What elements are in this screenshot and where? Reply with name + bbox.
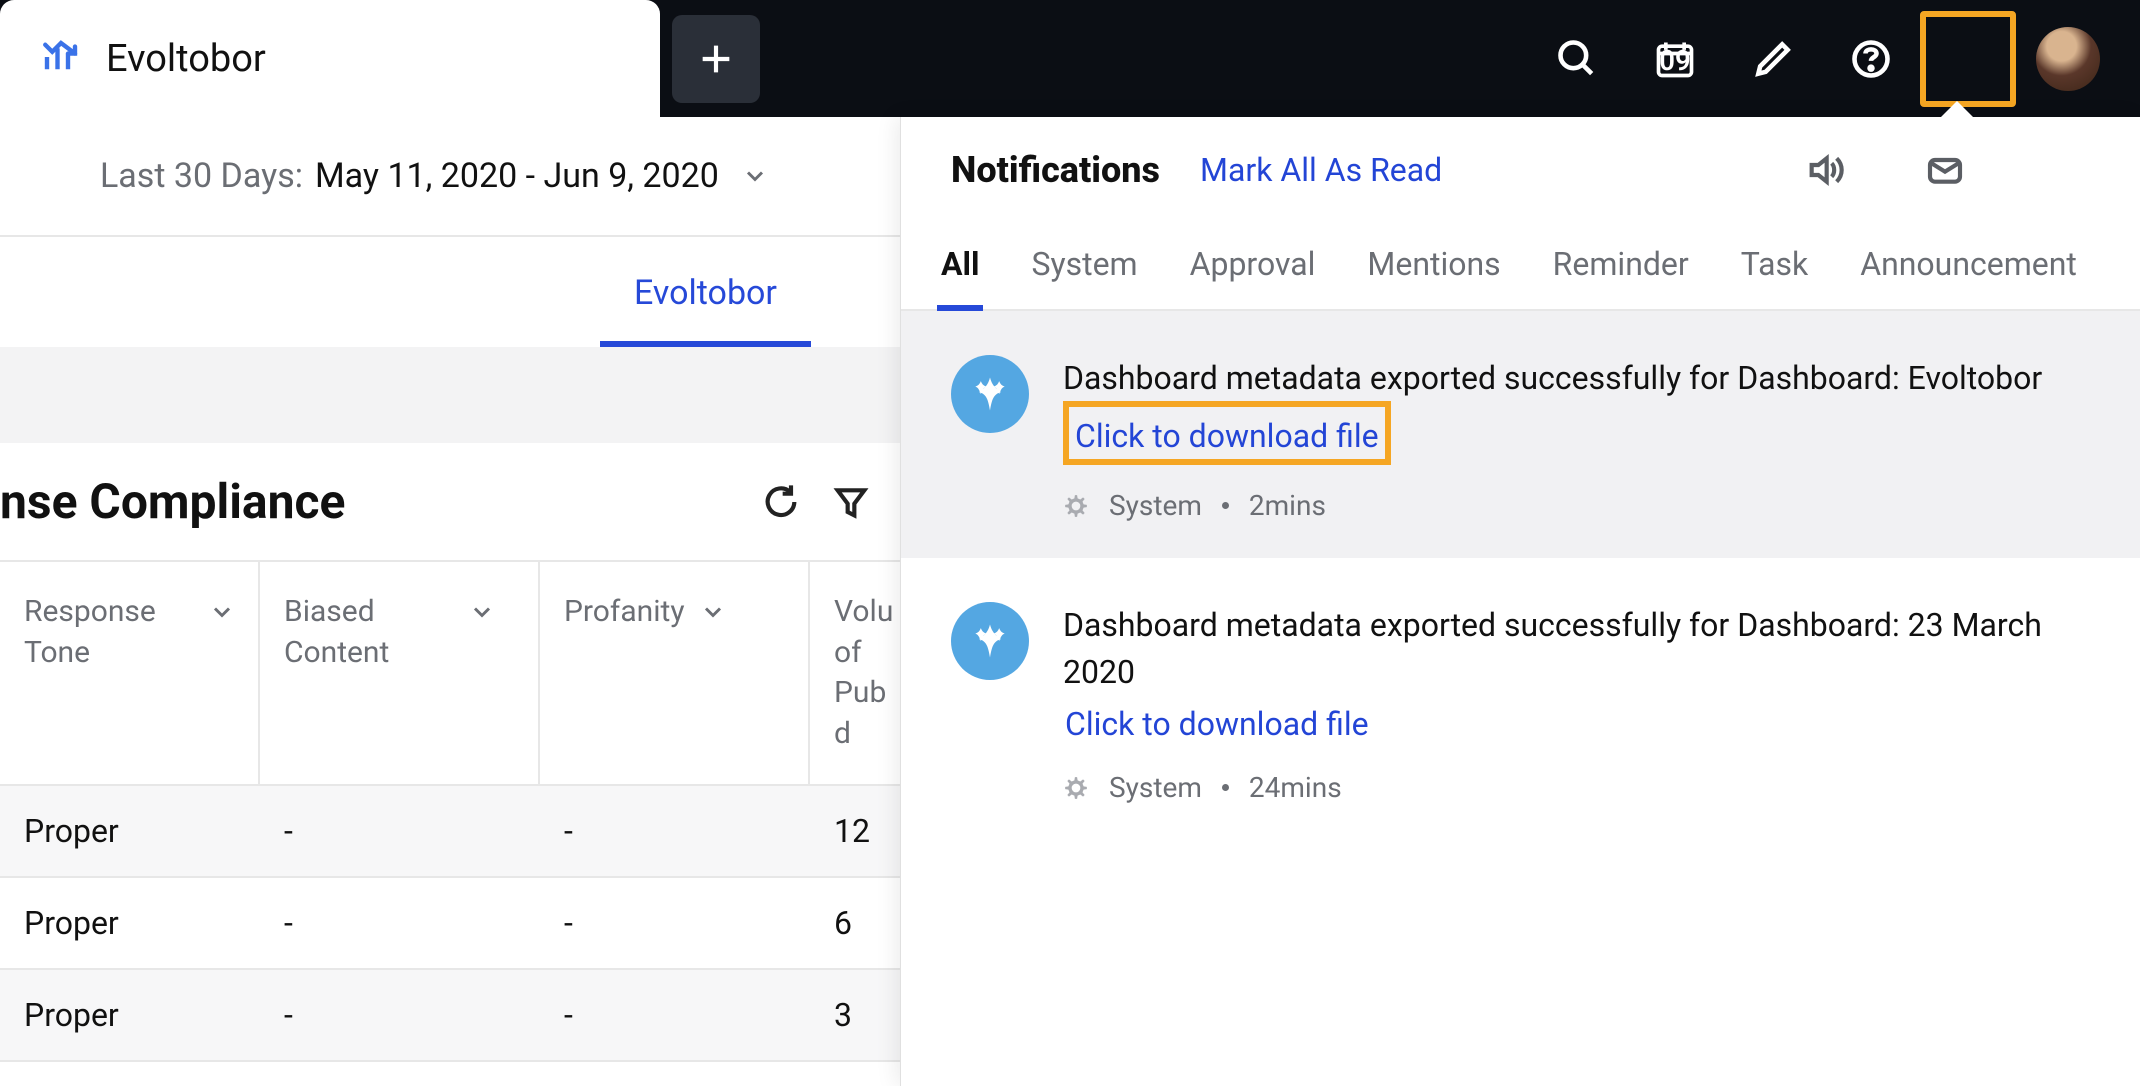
gear-icon <box>1063 775 1089 801</box>
chevron-down-icon <box>208 598 236 626</box>
svg-text:09: 09 <box>1659 44 1690 77</box>
chevron-down-icon <box>741 162 769 190</box>
notifications-button-highlight <box>1920 11 2016 107</box>
col-profanity[interactable]: Profanity <box>540 562 810 784</box>
col-biased-content[interactable]: Biased Content <box>260 562 540 784</box>
table-cell: Proper <box>0 970 260 1060</box>
download-link-highlight: Click to download file <box>1063 401 1391 465</box>
brand-icon <box>951 602 1029 680</box>
notification-text: Dashboard metadata exported successfully… <box>1063 355 2090 401</box>
table-cell: - <box>540 970 810 1060</box>
tab-title: Evoltobor <box>106 37 266 81</box>
filter-button[interactable] <box>826 477 876 527</box>
notification-tab-announcement[interactable]: Announcement <box>1856 233 2081 309</box>
table-cell: Proper <box>0 786 260 876</box>
compliance-table: Response Tone Biased Content Profanity V… <box>0 560 900 1062</box>
notifications-button[interactable] <box>1929 20 2007 98</box>
gear-icon <box>1063 493 1089 519</box>
notification-meta: System 2mins <box>1063 489 2090 522</box>
notification-body: Dashboard metadata exported successfully… <box>1063 602 2090 804</box>
notifications-header: Notifications Mark All As Read <box>901 117 2140 223</box>
notification-text: Dashboard metadata exported successfully… <box>1063 602 2090 695</box>
table-row: Proper--3 <box>0 970 900 1062</box>
notification-category: System <box>1109 771 1202 804</box>
notification-tab-approval[interactable]: Approval <box>1186 233 1320 309</box>
notification-item[interactable]: Dashboard metadata exported successfully… <box>901 558 2140 840</box>
col-response-tone[interactable]: Response Tone <box>0 562 260 784</box>
notification-tab-mentions[interactable]: Mentions <box>1363 233 1504 309</box>
notification-tab-all[interactable]: All <box>937 233 983 309</box>
notification-tabs: All System Approval Mentions Reminder Task Ann… <box>901 223 2140 311</box>
date-range-prefix: Last 30 Days: <box>100 156 303 196</box>
dashboard-tabs: Evoltobor <box>0 237 900 347</box>
table-cell: Proper <box>0 878 260 968</box>
workspace-tab[interactable]: Evoltobor <box>0 0 660 117</box>
date-range-picker[interactable]: Last 30 Days: May 11, 2020 - Jun 9, 2020 <box>0 117 900 237</box>
chevron-down-icon <box>468 598 496 626</box>
download-link[interactable]: Click to download file <box>1073 413 1381 459</box>
calendar-icon[interactable]: 09 <box>1636 20 1714 98</box>
notification-meta: System 24mins <box>1063 771 2090 804</box>
download-link[interactable]: Click to download file <box>1063 701 1371 747</box>
panel-arrow <box>1939 101 1975 119</box>
card-title: nse Compliance <box>0 473 736 530</box>
top-bar: Evoltobor 09 <box>0 0 2140 117</box>
chart-icon <box>40 36 82 82</box>
col-volume: Volu of Pub d <box>810 562 900 784</box>
subtab-evoltobor[interactable]: Evoltobor <box>600 273 811 347</box>
add-tab-button[interactable] <box>672 15 760 103</box>
table-cell: - <box>540 878 810 968</box>
gear-icon[interactable] <box>2040 145 2090 195</box>
notification-time: 2mins <box>1249 489 1326 522</box>
edit-icon[interactable] <box>1734 20 1812 98</box>
table-cell: 6 <box>810 878 900 968</box>
table-cell: - <box>540 786 810 876</box>
table-row: Proper--12 <box>0 786 900 878</box>
mark-all-read-link[interactable]: Mark All As Read <box>1200 151 1442 189</box>
table-row: Proper--6 <box>0 878 900 970</box>
date-range-value: May 11, 2020 - Jun 9, 2020 <box>315 156 719 196</box>
refresh-button[interactable] <box>756 477 806 527</box>
separator-dot <box>1222 502 1229 509</box>
envelope-icon[interactable] <box>1920 145 1970 195</box>
table-cell: 3 <box>810 970 900 1060</box>
chevron-down-icon <box>699 598 727 626</box>
notification-tab-reminder[interactable]: Reminder <box>1549 233 1693 309</box>
table-cell: 12 <box>810 786 900 876</box>
search-icon[interactable] <box>1538 20 1616 98</box>
notification-time: 24mins <box>1249 771 1342 804</box>
table-header-row: Response Tone Biased Content Profanity V… <box>0 562 900 786</box>
separator-dot <box>1222 784 1229 791</box>
notifications-panel: Notifications Mark All As Read All System… <box>900 117 2140 1086</box>
notifications-title: Notifications <box>951 149 1160 191</box>
help-icon[interactable] <box>1832 20 1910 98</box>
table-cell: - <box>260 970 540 1060</box>
table-cell: - <box>260 878 540 968</box>
card-gap <box>0 347 900 443</box>
notification-list: Dashboard metadata exported successfully… <box>901 311 2140 840</box>
brand-icon <box>951 355 1029 433</box>
notification-tab-task[interactable]: Task <box>1737 233 1812 309</box>
notification-category: System <box>1109 489 1202 522</box>
avatar[interactable] <box>2036 27 2100 91</box>
notification-body: Dashboard metadata exported successfully… <box>1063 355 2090 522</box>
notification-tab-system[interactable]: System <box>1027 233 1141 309</box>
sound-icon[interactable] <box>1800 145 1850 195</box>
table-cell: - <box>260 786 540 876</box>
notification-item[interactable]: Dashboard metadata exported successfully… <box>901 311 2140 558</box>
card-header: nse Compliance <box>0 443 900 560</box>
